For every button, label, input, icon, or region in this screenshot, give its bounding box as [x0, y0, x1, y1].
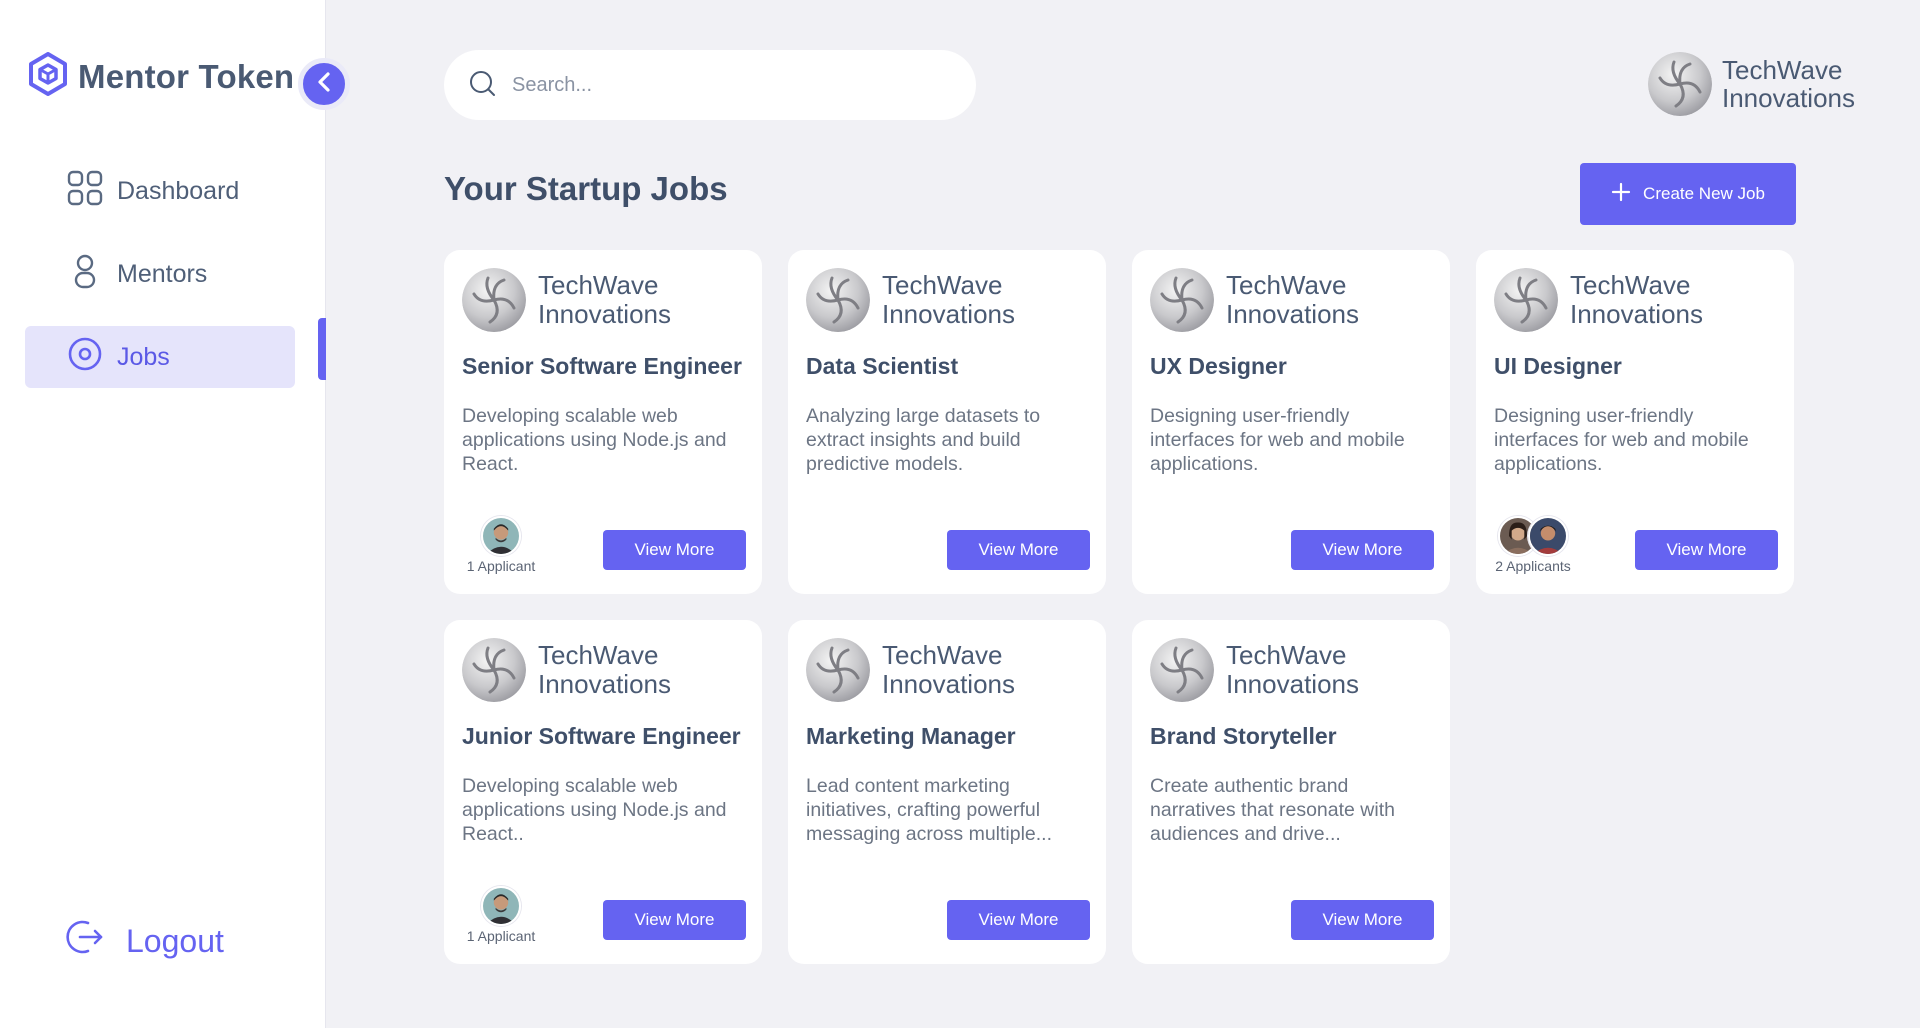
job-card: TechWave Innovations Brand Storyteller C… — [1132, 620, 1450, 964]
hexagon-logo-icon — [28, 52, 68, 101]
job-card: TechWave Innovations Marketing Manager L… — [788, 620, 1106, 964]
job-description: Designing user-friendly interfaces for w… — [1494, 405, 1749, 475]
job-description: Developing scalable web applications usi… — [462, 775, 727, 845]
card-header: TechWave Innovations — [806, 638, 1015, 702]
grid-icon — [67, 170, 103, 213]
job-title: UI Designer — [1494, 353, 1622, 379]
applicants-info[interactable]: 1 Applicant — [458, 516, 544, 574]
sidebar-item-label: Dashboard — [117, 176, 240, 205]
sidebar-item-label: Mentors — [117, 259, 208, 288]
job-title: Brand Storyteller — [1150, 723, 1337, 749]
company-logo — [806, 638, 870, 702]
card-header: TechWave Innovations — [806, 268, 1015, 332]
logout-label: Logout — [126, 922, 224, 959]
company-name: TechWave Innovations — [1570, 270, 1703, 329]
create-new-job-button[interactable]: Create New Job — [1580, 163, 1796, 225]
applicant-avatar — [481, 516, 521, 556]
view-more-button[interactable]: View More — [1635, 530, 1778, 570]
view-more-button[interactable]: View More — [947, 530, 1090, 570]
card-header: TechWave Innovations — [1494, 268, 1703, 332]
sidebar: Mentor Token Dashboard Mentors Jobs Logo… — [0, 0, 326, 1028]
applicants-info[interactable]: 1 Applicant — [458, 886, 544, 944]
sidebar-item-jobs[interactable]: Jobs — [25, 326, 295, 388]
card-header: TechWave Innovations — [462, 268, 671, 332]
sidebar-nav: Dashboard Mentors Jobs — [25, 160, 295, 409]
active-nav-indicator — [318, 318, 326, 380]
company-name: TechWave Innovations — [882, 640, 1015, 699]
search-icon — [468, 69, 496, 102]
collapse-sidebar-button[interactable] — [298, 58, 350, 110]
card-header: TechWave Innovations — [1150, 638, 1359, 702]
applicant-avatars — [1490, 516, 1576, 556]
search-bar[interactable] — [444, 50, 976, 120]
view-more-button[interactable]: View More — [947, 900, 1090, 940]
job-title: Marketing Manager — [806, 723, 1016, 749]
card-header: TechWave Innovations — [462, 638, 671, 702]
profile-menu[interactable]: TechWave Innovations — [1648, 52, 1872, 116]
page-title: Your Startup Jobs — [444, 170, 728, 207]
company-name: TechWave Innovations — [538, 270, 671, 329]
card-header: TechWave Innovations — [1150, 268, 1359, 332]
company-logo — [1150, 268, 1214, 332]
job-card: TechWave Innovations Senior Software Eng… — [444, 250, 762, 594]
job-title: Data Scientist — [806, 353, 959, 379]
job-description: Create authentic brand narratives that r… — [1150, 775, 1395, 845]
job-description: Designing user-friendly interfaces for w… — [1150, 405, 1405, 475]
job-description: Developing scalable web applications usi… — [462, 405, 727, 475]
company-name: TechWave Innovations — [538, 640, 671, 699]
job-title: UX Designer — [1150, 353, 1287, 379]
company-logo — [1648, 52, 1712, 116]
job-title: Junior Software Engineer — [462, 723, 741, 749]
applicants-count: 2 Applicants — [1495, 558, 1571, 574]
jobs-grid: TechWave Innovations Senior Software Eng… — [444, 250, 1796, 964]
logout-button[interactable]: Logout — [66, 918, 224, 964]
applicants-count: 1 Applicant — [466, 558, 536, 574]
applicants-info[interactable]: 2 Applicants — [1490, 516, 1576, 574]
applicant-avatar — [1528, 516, 1568, 556]
company-name: TechWave Innovations — [1226, 640, 1359, 699]
user-icon — [67, 253, 103, 296]
company-logo — [462, 268, 526, 332]
brand-name: Mentor Token — [78, 57, 295, 95]
view-more-button[interactable]: View More — [1291, 530, 1434, 570]
job-title: Senior Software Engineer — [462, 353, 742, 379]
applicant-avatar — [481, 886, 521, 926]
job-card: TechWave Innovations Data Scientist Anal… — [788, 250, 1106, 594]
search-input[interactable] — [512, 73, 932, 97]
view-more-button[interactable]: View More — [1291, 900, 1434, 940]
logout-icon — [66, 918, 104, 964]
job-card: TechWave Innovations UX Designer Designi… — [1132, 250, 1450, 594]
plus-icon — [1611, 182, 1631, 207]
applicants-count: 1 Applicant — [466, 928, 536, 944]
company-logo — [462, 638, 526, 702]
applicant-avatars — [458, 886, 544, 926]
view-more-button[interactable]: View More — [603, 530, 746, 570]
create-new-job-label: Create New Job — [1643, 184, 1765, 203]
sidebar-item-mentors[interactable]: Mentors — [25, 243, 295, 305]
job-description: Lead content marketing initiatives, craf… — [806, 775, 1053, 845]
applicant-avatars — [458, 516, 544, 556]
chevron-left-icon — [315, 71, 333, 98]
job-description: Analyzing large datasets to extract insi… — [806, 405, 1041, 475]
sidebar-item-dashboard[interactable]: Dashboard — [25, 160, 295, 222]
target-icon — [67, 336, 103, 379]
job-card: TechWave Innovations Junior Software Eng… — [444, 620, 762, 964]
profile-name: TechWave Innovations — [1722, 55, 1855, 113]
brand[interactable]: Mentor Token — [28, 52, 294, 101]
company-name: TechWave Innovations — [882, 270, 1015, 329]
company-logo — [1494, 268, 1558, 332]
job-card: TechWave Innovations UI Designer Designi… — [1476, 250, 1794, 594]
company-name: TechWave Innovations — [1226, 270, 1359, 329]
company-logo — [1150, 638, 1214, 702]
view-more-button[interactable]: View More — [603, 900, 746, 940]
company-logo — [806, 268, 870, 332]
sidebar-item-label: Jobs — [117, 342, 170, 371]
